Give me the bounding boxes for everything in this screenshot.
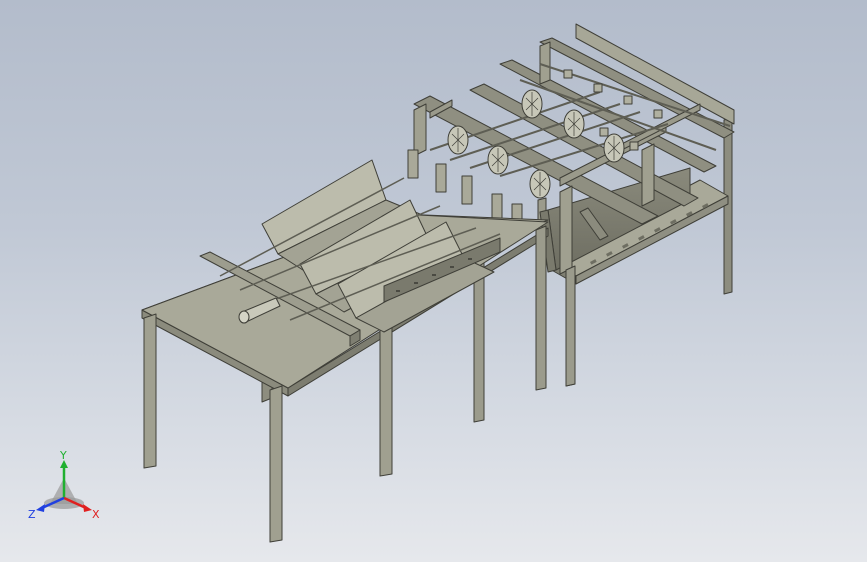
feed-table (141, 159, 549, 543)
x-axis-label: X (92, 508, 100, 521)
machine-frame (407, 23, 735, 389)
y-axis-label: Y (59, 449, 67, 462)
cad-model-assembly[interactable] (0, 0, 867, 562)
orientation-triad: Y X Z (28, 449, 100, 521)
graphics-viewport[interactable]: Y X Z (0, 0, 867, 562)
z-axis-label: Z (28, 508, 36, 521)
